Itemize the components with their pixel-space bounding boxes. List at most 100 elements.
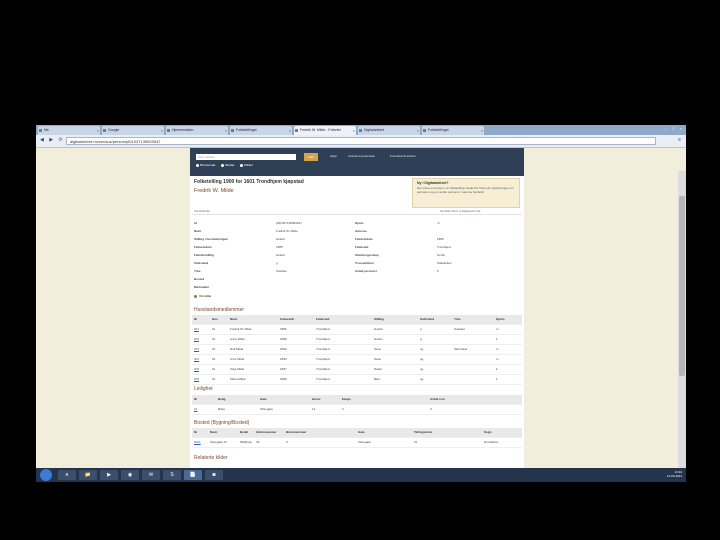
table-cell: Midtbyen	[240, 440, 253, 444]
table-cell: 3	[286, 440, 288, 444]
field-label: Fødested	[355, 245, 369, 249]
browser-tab[interactable]: Folketellinger ×	[422, 126, 484, 135]
record-page: Folketelling 1900 for 1601 Trondhjem kjø…	[190, 176, 524, 468]
scrollbar[interactable]	[678, 171, 686, 482]
field-label: Merknader	[194, 285, 210, 289]
nav-link-map[interactable]: Fra kartet til arkivet	[390, 154, 416, 158]
browser-tab[interactable]: Me ×	[38, 126, 100, 135]
property-title: Bosted (Bygning/Bosted)	[194, 420, 250, 426]
column-header: Antall rom	[430, 397, 445, 401]
table-cell: Olga Milde	[230, 367, 245, 371]
row-link[interactable]: 005	[194, 367, 199, 371]
screen: Me × Google × Hjemmesiden × Folketellinger × Fre…	[36, 125, 686, 482]
table-row[interactable]: 005 01 Olga Milde 1897 Trondhjem Datter ug k	[192, 365, 522, 375]
table-row[interactable]: 004 01 Arne Milde 1893 Trondhjem Sønn ug m	[192, 355, 522, 365]
browser-tab[interactable]: Hjemmesiden ×	[166, 126, 228, 135]
property-table: Nr Navn Bydel Gårdsnummer Bruksnummer Gate Tel…	[192, 428, 522, 448]
menu-icon[interactable]: ≡	[678, 137, 681, 143]
column-header: Fødested	[316, 317, 330, 321]
close-icon[interactable]: ×	[225, 126, 227, 135]
field-label: Fødselsdato	[355, 237, 373, 241]
row-link[interactable]: 006	[194, 377, 199, 381]
window-controls[interactable]: – □ ×	[665, 126, 684, 131]
close-icon[interactable]: ×	[289, 126, 291, 135]
table-cell: Hustru	[374, 337, 383, 341]
table-cell: Sønn	[374, 347, 382, 351]
table-cell: ug	[420, 357, 424, 361]
favicon-icon	[423, 129, 426, 132]
table-cell: Skomaker	[454, 347, 468, 351]
scroll-thumb[interactable]	[679, 196, 685, 376]
column-header: Hus	[212, 317, 218, 321]
tab-label: Fredrik W. Milde - Folketel	[300, 128, 341, 132]
tab-label: Hjemmesiden	[172, 128, 194, 132]
radio-sources[interactable]: Kilder	[240, 163, 253, 167]
table-row[interactable]: 0001 Kirkegata 12 Midtbyen 33 3 Kirkegata 01 Do…	[192, 438, 522, 448]
close-icon[interactable]: ×	[481, 126, 483, 135]
row-link[interactable]: 01	[194, 407, 197, 411]
table-cell: m	[496, 347, 499, 351]
system-tray: 14:32 12.03.2014	[667, 470, 682, 478]
row-link[interactable]: 002	[194, 337, 199, 341]
column-header: Fødselsår	[280, 317, 295, 321]
taskbar-app-icon[interactable]: e	[58, 470, 76, 480]
close-icon[interactable]: ×	[161, 126, 163, 135]
nav-link-advanced[interactable]: Avansert personsøk	[348, 154, 375, 158]
taskbar-app-icon[interactable]: ◉	[121, 470, 139, 480]
table-header: Nr Hus Navn Fødselsår Fødested Stilling Sivils…	[192, 315, 522, 325]
field-value: 5	[437, 269, 439, 273]
field-label: Navn	[194, 229, 202, 233]
table-cell: k	[496, 337, 498, 341]
column-header: Navn	[210, 430, 218, 434]
table-row[interactable]: 006 01 Maria Milde 1899 Trondhjem Barn ug k	[192, 375, 522, 385]
page-content: Søk i arkivet Søk Hjelp Avansert persons…	[36, 148, 686, 482]
close-icon[interactable]: ×	[97, 126, 99, 135]
browser-tab[interactable]: Digitalarkivet ×	[358, 126, 420, 135]
table-cell: 3	[430, 407, 432, 411]
search-button[interactable]: Søk	[304, 153, 318, 161]
source-info-link[interactable]: Vis kildeinfo	[194, 209, 210, 213]
table-row[interactable]: 01 Bolig Kirkegata 12 2 3	[192, 405, 522, 415]
nav-link-help[interactable]: Hjelp	[330, 154, 337, 158]
table-row[interactable]: 002 01 Anna Milde 1868 Trondhjem Hustru g k	[192, 335, 522, 345]
search-input[interactable]: Søk i arkivet	[196, 154, 296, 160]
nav-buttons[interactable]: ◀ ▶ ⟳	[40, 137, 65, 143]
taskbar-app-icon[interactable]: 📁	[79, 470, 97, 480]
close-icon[interactable]: ×	[417, 126, 419, 135]
radio-places[interactable]: Steder	[221, 163, 235, 167]
taskbar-app-icon[interactable]: ✉	[142, 470, 160, 480]
table-row[interactable]: 001 01 Fredrik W. Milde 1865 Trondhjem Husfar…	[192, 325, 522, 335]
table-row[interactable]: 003 01 Rolf Milde 1890 Trondhjem Sønn ug Skomak…	[192, 345, 522, 355]
column-header: Sogn	[484, 430, 492, 434]
table-cell: 2	[342, 407, 344, 411]
table-cell: Trondhjem	[316, 377, 331, 381]
start-button[interactable]	[40, 469, 52, 481]
browser-tab[interactable]: Fredrik W. Milde - Folketel ×	[294, 126, 356, 135]
table-cell: Sønn	[374, 357, 382, 361]
table-cell: 1865	[280, 327, 287, 331]
table-cell: Trondhjem	[316, 367, 331, 371]
close-icon[interactable]: ×	[353, 126, 355, 135]
site-header: Søk i arkivet Søk Hjelp Avansert persons…	[190, 148, 524, 176]
radio-label: Kilder	[244, 163, 253, 167]
taskbar-app-icon[interactable]: ▶	[100, 470, 118, 480]
field-label: Kjønn	[355, 221, 364, 225]
row-link[interactable]: 004	[194, 357, 199, 361]
taskbar-app-icon[interactable]: 📄	[184, 470, 202, 480]
table-cell: Domkirken	[484, 440, 499, 444]
url-input[interactable]: digitalarkivet.no/census/person/pf010371…	[66, 137, 656, 145]
column-header: Bolig	[218, 397, 226, 401]
radio-persons[interactable]: Personsøk	[196, 163, 215, 167]
table-cell: ug	[420, 377, 424, 381]
status-flag-label: Vis kilde	[199, 294, 212, 298]
taskbar-app-icon[interactable]: S	[163, 470, 181, 480]
row-link[interactable]: 001	[194, 327, 199, 331]
row-link[interactable]: 003	[194, 347, 199, 351]
browser-tab[interactable]: Google ×	[102, 126, 164, 135]
browser-tab[interactable]: Folketellinger ×	[230, 126, 292, 135]
row-link[interactable]: 0001	[194, 440, 201, 444]
record-actions[interactable]: Se kilde Skriv ut Rapporter feil	[440, 209, 480, 213]
taskbar-app-icon[interactable]: ◙	[205, 470, 223, 480]
table-header: Nr Bolig Gate Husnr Etasje Antall rom	[192, 395, 522, 405]
table-cell: Trondhjem	[316, 357, 331, 361]
